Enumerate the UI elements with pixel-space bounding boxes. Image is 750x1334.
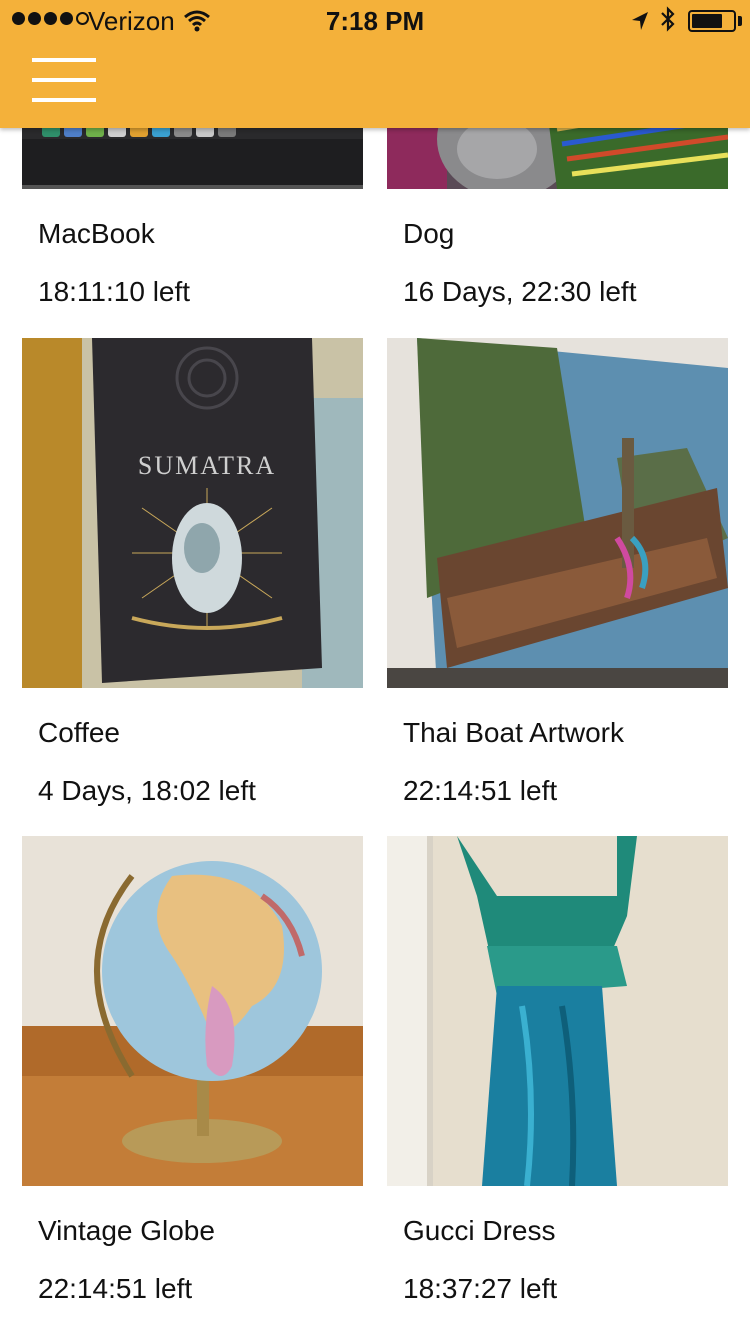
svg-text:SUMATRA: SUMATRA bbox=[138, 451, 276, 480]
listing-title: Coffee bbox=[38, 717, 120, 748]
status-bar: Verizon 7:18 PM bbox=[0, 0, 750, 40]
listing-title: Dog bbox=[403, 218, 455, 249]
listing-time-left: 18:11:10 left bbox=[38, 276, 191, 307]
app-header: Verizon 7:18 PM bbox=[0, 0, 750, 128]
location-arrow-icon bbox=[630, 8, 650, 39]
gucci-dress-photo bbox=[387, 836, 728, 1186]
coffee-photo: SUMATRA bbox=[22, 338, 363, 688]
listing-time-left: 22:14:51 left bbox=[403, 775, 558, 806]
battery-tip bbox=[738, 16, 742, 26]
battery-icon bbox=[688, 10, 736, 32]
bluetooth-icon bbox=[660, 6, 676, 39]
listing-time-left: 4 Days, 18:02 left bbox=[38, 775, 256, 806]
listing-time-left: 22:14:51 left bbox=[38, 1273, 193, 1304]
listing-title: MacBook bbox=[38, 218, 155, 249]
hamburger-menu-icon[interactable] bbox=[32, 58, 96, 104]
thai-boat-photo bbox=[387, 338, 728, 688]
listing-title: Vintage Globe bbox=[38, 1215, 215, 1246]
vintage-globe-photo bbox=[22, 836, 363, 1186]
listing-title: Thai Boat Artwork bbox=[403, 717, 624, 748]
listing-time-left: 18:37:27 left bbox=[403, 1273, 558, 1304]
listing-title: Gucci Dress bbox=[403, 1215, 556, 1246]
listing-time-left: 16 Days, 22:30 left bbox=[403, 276, 637, 307]
